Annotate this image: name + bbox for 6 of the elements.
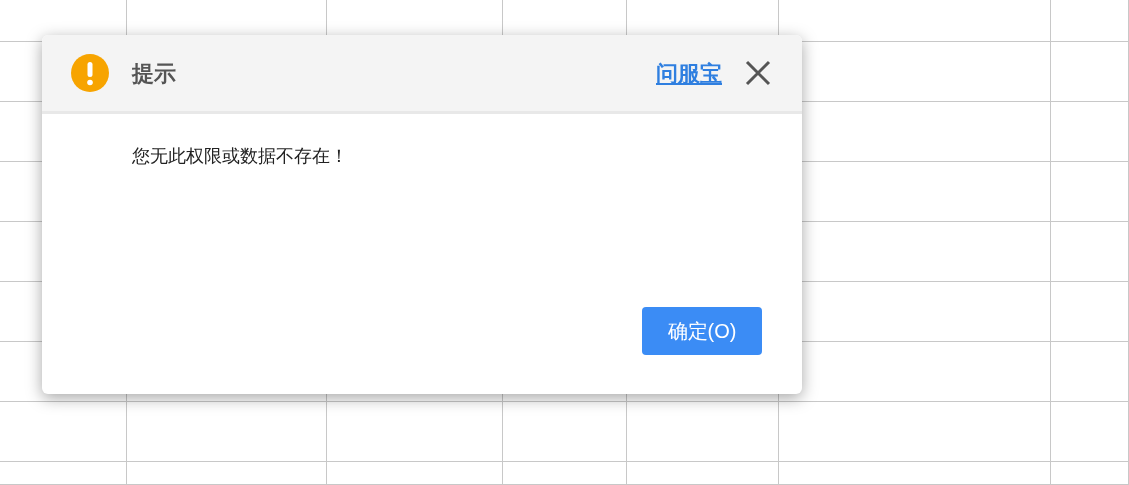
dialog-message: 您无此权限或数据不存在！	[132, 145, 349, 168]
close-button[interactable]	[744, 59, 772, 87]
ok-button[interactable]: 确定(O)	[642, 307, 762, 355]
help-link[interactable]: 问服宝	[656, 56, 722, 90]
dialog-title: 提示	[132, 59, 176, 88]
warning-icon	[71, 54, 109, 92]
